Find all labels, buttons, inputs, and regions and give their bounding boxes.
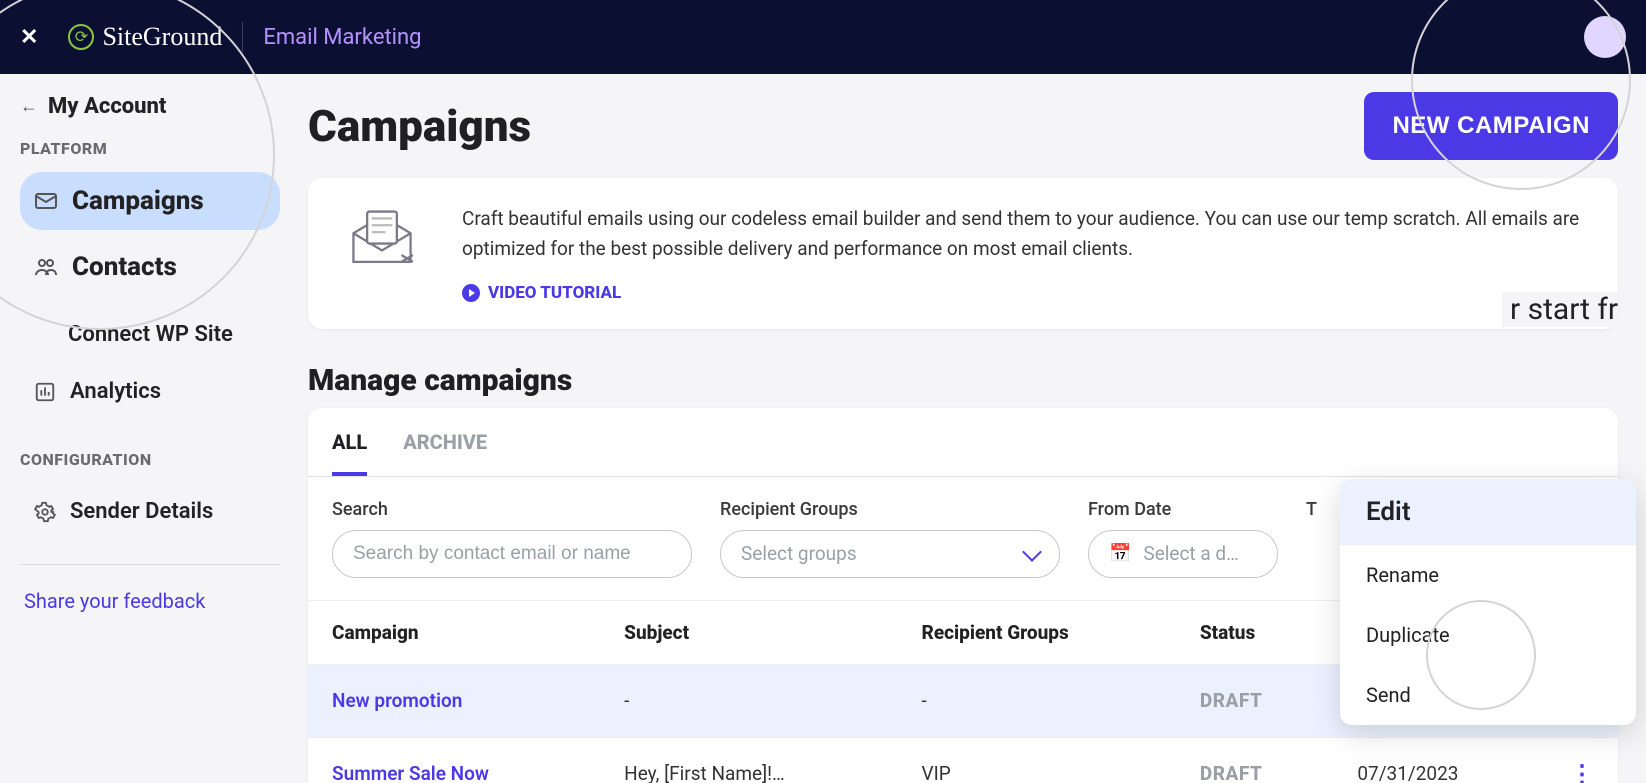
menu-item-edit[interactable]: Edit — [1340, 479, 1636, 545]
cell-date: 07/31/2023 — [1333, 737, 1546, 783]
gear-icon — [34, 501, 56, 523]
to-date-label: T — [1306, 499, 1317, 520]
video-tutorial-link[interactable]: VIDEO TUTORIAL — [462, 283, 1584, 303]
tab-archive[interactable]: ARCHIVE — [403, 408, 487, 476]
content: Campaigns NEW CAMPAIGN Craft beautiful e… — [280, 74, 1646, 783]
contacts-icon — [34, 255, 58, 279]
from-date-label: From Date — [1088, 499, 1278, 520]
play-icon — [462, 284, 480, 302]
campaign-link[interactable]: Summer Sale Now — [332, 762, 489, 783]
sidebar-item-label: Campaigns — [72, 186, 204, 216]
status-badge: DRAFT — [1200, 689, 1262, 712]
table-row[interactable]: Summer Sale Now Hey, [First Name]!… VIP … — [308, 737, 1618, 783]
app-name: Email Marketing — [263, 25, 421, 50]
cell-subject: Hey, [First Name]!… — [600, 737, 897, 783]
back-label: My Account — [48, 94, 166, 119]
chevron-down-icon — [1022, 542, 1042, 562]
analytics-icon — [34, 381, 56, 403]
envelope-illustration-icon — [342, 204, 422, 274]
menu-item-send[interactable]: Send — [1340, 665, 1636, 725]
topbar: ✕ ⟳ SiteGround Email Marketing — [0, 0, 1646, 74]
calendar-icon: 📅 — [1109, 543, 1131, 564]
video-tutorial-label: VIDEO TUTORIAL — [488, 283, 621, 303]
manage-title: Manage campaigns — [308, 363, 1618, 398]
envelope-icon — [34, 189, 58, 213]
sidebar-item-label: Analytics — [70, 379, 161, 404]
sidebar-item-sender-details[interactable]: Sender Details — [20, 483, 280, 540]
groups-label: Recipient Groups — [720, 499, 1060, 520]
brand-logo[interactable]: ⟳ SiteGround — [68, 22, 222, 52]
feedback-link[interactable]: Share your feedback — [20, 589, 280, 613]
tab-all[interactable]: ALL — [332, 408, 367, 476]
groups-select[interactable]: Select groups — [720, 530, 1060, 578]
cell-subject: - — [600, 664, 897, 737]
back-link[interactable]: ← My Account — [20, 94, 280, 119]
cell-groups: - — [898, 664, 1176, 737]
col-campaign: Campaign — [308, 600, 600, 664]
groups-placeholder: Select groups — [741, 542, 857, 565]
brand-name: SiteGround — [102, 22, 222, 52]
sidebar-item-campaigns[interactable]: Campaigns — [20, 172, 280, 230]
search-input[interactable] — [332, 530, 692, 578]
info-text: Craft beautiful emails using our codeles… — [462, 204, 1584, 265]
from-date-placeholder: Select a d… — [1143, 542, 1238, 565]
sidebar-item-connect-wp[interactable]: Connect WP Site — [20, 306, 280, 363]
sidebar-item-contacts[interactable]: Contacts — [20, 238, 280, 296]
col-status: Status — [1176, 600, 1333, 664]
divider — [242, 22, 243, 52]
sidebar: ← My Account PLATFORM Campaigns Contacts… — [0, 74, 280, 783]
arrow-left-icon: ← — [20, 96, 38, 117]
sidebar-item-label: Sender Details — [70, 499, 213, 524]
tabs: ALL ARCHIVE — [308, 408, 1618, 477]
section-configuration: CONFIGURATION — [20, 450, 280, 469]
menu-item-rename[interactable]: Rename — [1340, 545, 1636, 605]
info-card: Craft beautiful emails using our codeles… — [308, 178, 1618, 329]
avatar[interactable] — [1584, 16, 1626, 58]
status-badge: DRAFT — [1200, 762, 1262, 783]
campaign-link[interactable]: New promotion — [332, 689, 462, 712]
page-title: Campaigns — [308, 100, 531, 152]
from-date-input[interactable]: 📅 Select a d… — [1088, 530, 1278, 578]
row-menu-button[interactable]: ⋮ — [1546, 737, 1618, 783]
col-subject: Subject — [600, 600, 897, 664]
section-platform: PLATFORM — [20, 139, 280, 158]
close-icon[interactable]: ✕ — [20, 25, 38, 50]
context-menu: Edit Rename Duplicate Send — [1340, 479, 1636, 725]
new-campaign-button[interactable]: NEW CAMPAIGN — [1364, 92, 1618, 160]
cell-groups: VIP — [898, 737, 1176, 783]
sidebar-item-label: Connect WP Site — [68, 322, 233, 347]
menu-item-duplicate[interactable]: Duplicate — [1340, 605, 1636, 665]
sidebar-item-analytics[interactable]: Analytics — [20, 363, 280, 420]
sidebar-item-label: Contacts — [72, 252, 177, 282]
cutoff-text: r start fr — [1502, 292, 1618, 327]
search-label: Search — [332, 499, 692, 520]
kebab-icon: ⋮ — [1570, 760, 1594, 783]
col-groups: Recipient Groups — [898, 600, 1176, 664]
divider — [20, 564, 280, 565]
logo-icon: ⟳ — [68, 24, 94, 50]
